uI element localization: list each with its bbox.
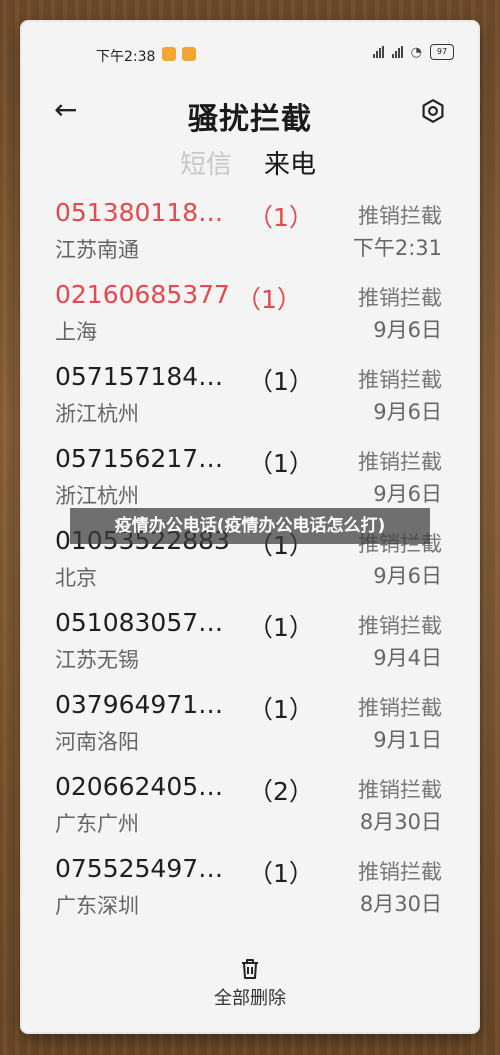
call-count: （1） xyxy=(248,449,314,478)
list-item[interactable]: 051380118… （1） 江苏南通 推销拦截 下午2:31 xyxy=(22,192,478,274)
block-tag: 推销拦截 xyxy=(358,778,442,802)
location: 江苏南通 xyxy=(55,238,139,262)
phone-number: 057156217… xyxy=(55,444,224,473)
trash-icon xyxy=(242,959,258,979)
block-tag: 推销拦截 xyxy=(358,286,442,310)
tab-calls[interactable]: 来电 xyxy=(264,144,316,181)
phone-number: 057157184… xyxy=(55,362,224,391)
call-count: （1） xyxy=(236,285,302,314)
block-tag: 推销拦截 xyxy=(358,614,442,638)
notification-icon xyxy=(162,47,176,61)
location: 广东深圳 xyxy=(55,894,139,918)
list-item[interactable]: 020662405… （2） 广东广州 推销拦截 8月30日 xyxy=(22,766,478,848)
status-time: 下午2:38 xyxy=(96,49,156,65)
list-item[interactable]: 037964971… （1） 河南洛阳 推销拦截 9月1日 xyxy=(22,684,478,766)
call-count: （1） xyxy=(248,367,314,396)
location: 浙江杭州 xyxy=(55,402,139,426)
top-bar: ← 骚扰拦截 xyxy=(22,84,478,140)
delete-all-button[interactable]: 全部删除 xyxy=(22,952,478,1022)
location: 上海 xyxy=(55,320,97,344)
location: 河南洛阳 xyxy=(55,730,139,754)
signal-icon xyxy=(372,46,384,58)
call-count: （1） xyxy=(248,613,314,642)
block-tag: 推销拦截 xyxy=(358,860,442,884)
list-item[interactable]: 02160685377 （1） 上海 推销拦截 9月6日 xyxy=(22,274,478,356)
call-time: 9月1日 xyxy=(373,728,442,752)
call-count: （1） xyxy=(248,695,314,724)
call-time: 8月30日 xyxy=(359,810,442,834)
notification-icon xyxy=(182,47,196,61)
block-tag: 推销拦截 xyxy=(358,450,442,474)
battery-icon: 97 xyxy=(430,44,454,60)
location: 广东广州 xyxy=(55,812,139,836)
call-time: 下午2:31 xyxy=(352,236,442,260)
call-time: 9月6日 xyxy=(373,318,442,342)
caption-overlay: 疫情办公电话(疫情办公电话怎么打) xyxy=(70,508,430,544)
block-tag: 推销拦截 xyxy=(358,368,442,392)
phone-number: 037964971… xyxy=(55,690,224,719)
status-icons: ◔ 97 xyxy=(372,44,454,60)
call-count: （1） xyxy=(248,203,314,232)
phone-number: 020662405… xyxy=(55,772,224,801)
call-time: 8月30日 xyxy=(359,892,442,916)
status-bar: 下午2:38 ◔ 97 xyxy=(22,22,478,82)
blocked-calls-list: 051380118… （1） 江苏南通 推销拦截 下午2:31 02160685… xyxy=(22,192,478,930)
call-count: （2） xyxy=(248,777,314,806)
call-count: （1） xyxy=(248,859,314,888)
list-item[interactable]: 075525497… （1） 广东深圳 推销拦截 8月30日 xyxy=(22,848,478,930)
list-item[interactable]: 057157184… （1） 浙江杭州 推销拦截 9月6日 xyxy=(22,356,478,438)
block-tag: 推销拦截 xyxy=(358,696,442,720)
page-title: 骚扰拦截 xyxy=(188,102,312,137)
call-time: 9月6日 xyxy=(373,564,442,588)
phone-number: 075525497… xyxy=(55,854,224,883)
phone-number: 051380118… xyxy=(55,198,224,227)
wifi-icon: ◔ xyxy=(410,44,422,60)
location: 北京 xyxy=(55,566,97,590)
tab-bar: 短信 来电 xyxy=(22,140,478,184)
gear-icon[interactable] xyxy=(420,98,446,124)
delete-all-label: 全部删除 xyxy=(214,988,286,1009)
call-time: 9月6日 xyxy=(373,482,442,506)
call-time: 9月4日 xyxy=(373,646,442,670)
signal-icon xyxy=(391,46,403,58)
list-item[interactable]: 051083057… （1） 江苏无锡 推销拦截 9月4日 xyxy=(22,602,478,684)
phone-number: 02160685377 xyxy=(55,280,230,309)
block-tag: 推销拦截 xyxy=(358,204,442,228)
tab-sms[interactable]: 短信 xyxy=(180,144,232,181)
location: 浙江杭州 xyxy=(55,484,139,508)
phone-number: 051083057… xyxy=(55,608,224,637)
location: 江苏无锡 xyxy=(55,648,139,672)
call-time: 9月6日 xyxy=(373,400,442,424)
